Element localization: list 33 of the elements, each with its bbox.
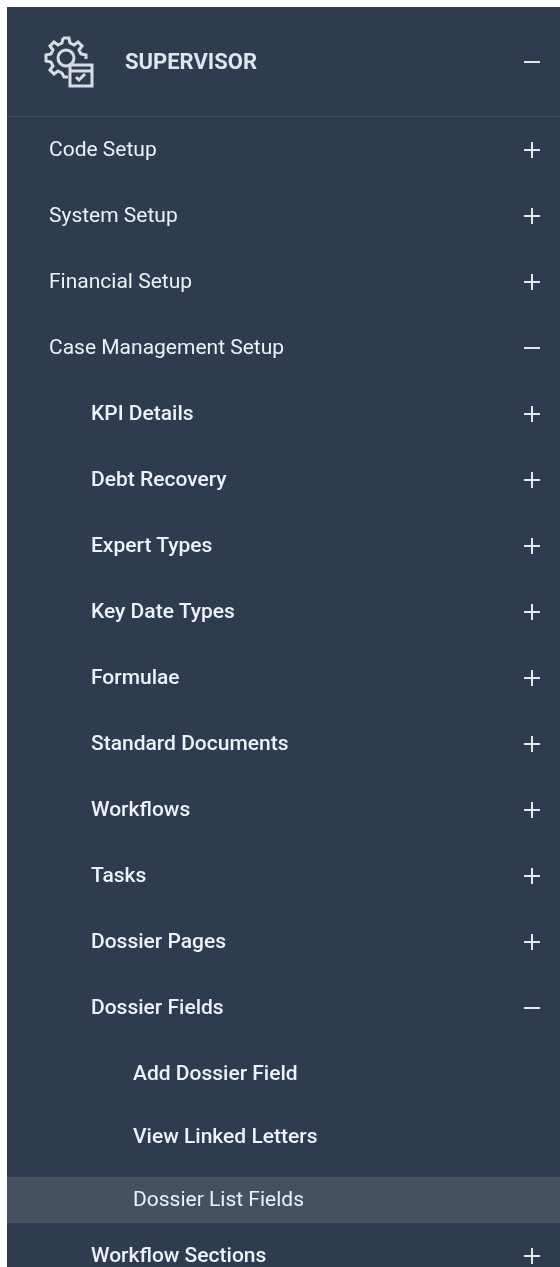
menu-item[interactable]: Workflow Sections	[91, 1240, 267, 1267]
plus-icon[interactable]	[524, 736, 540, 752]
menu-item[interactable]: System Setup	[49, 200, 178, 232]
menu-item[interactable]: Key Date Types	[91, 596, 235, 628]
plus-icon[interactable]	[524, 1248, 540, 1264]
menu-item[interactable]: Code Setup	[49, 134, 157, 166]
menu-item[interactable]: Dossier Fields	[91, 992, 224, 1024]
plus-icon[interactable]	[524, 406, 540, 422]
menu-item[interactable]: Case Management Setup	[49, 332, 285, 364]
plus-icon[interactable]	[524, 208, 540, 224]
menu-item[interactable]: Workflows	[91, 794, 191, 826]
plus-icon[interactable]	[524, 802, 540, 818]
menu-item[interactable]: Standard Documents	[91, 728, 289, 760]
submenu-item[interactable]: Add Dossier Field	[7, 1051, 560, 1097]
plus-icon[interactable]	[524, 142, 540, 158]
plus-icon[interactable]	[524, 538, 540, 554]
section-title[interactable]: SUPERVISOR	[125, 45, 258, 78]
menu-item[interactable]: KPI Details	[91, 398, 194, 430]
minus-icon[interactable]	[524, 60, 540, 63]
plus-icon[interactable]	[524, 472, 540, 488]
submenu-item[interactable]: View Linked Letters	[7, 1114, 560, 1160]
menu-item[interactable]: Financial Setup	[49, 266, 192, 298]
submenu-item[interactable]: Dossier List Fields	[7, 1177, 560, 1223]
menu-item[interactable]: Dossier Pages	[91, 926, 227, 958]
plus-icon[interactable]	[524, 670, 540, 686]
plus-icon[interactable]	[524, 604, 540, 620]
menu-item[interactable]: Expert Types	[91, 530, 213, 562]
plus-icon[interactable]	[524, 934, 540, 950]
plus-icon[interactable]	[524, 868, 540, 884]
menu-item[interactable]: Debt Recovery	[91, 464, 227, 496]
plus-icon[interactable]	[524, 274, 540, 290]
menu-item[interactable]: Tasks	[91, 860, 147, 892]
menu-item[interactable]: Formulae	[91, 662, 180, 694]
